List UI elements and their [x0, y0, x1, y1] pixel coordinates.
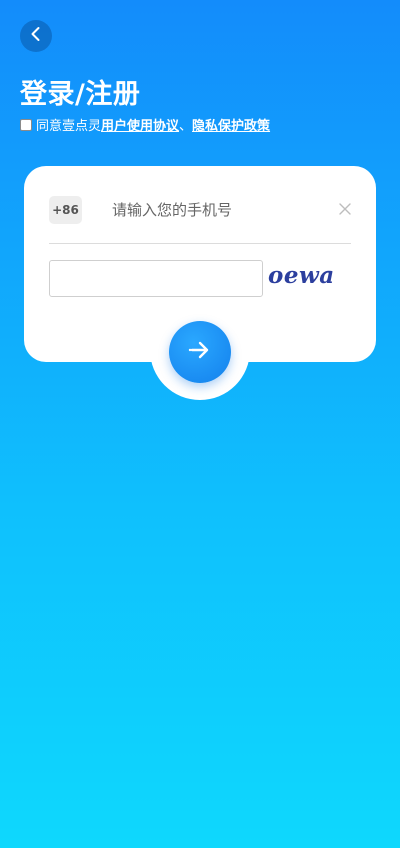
captcha-image[interactable]: oewa: [268, 260, 334, 290]
agreement-separator: 、: [179, 119, 193, 134]
agreement-row: 同意壹点灵 用户使用协议 、 隐私保护政策: [20, 115, 270, 134]
back-button[interactable]: [20, 20, 52, 52]
phone-input[interactable]: [106, 196, 326, 224]
arrow-right-icon: [188, 340, 212, 364]
country-code-selector[interactable]: +86: [49, 196, 82, 224]
agreement-checkbox[interactable]: [20, 118, 32, 131]
user-agreement-link[interactable]: 用户使用协议: [101, 115, 179, 134]
page-title: 登录/注册: [20, 79, 141, 110]
close-icon: [338, 201, 352, 220]
divider: [49, 243, 351, 244]
privacy-policy-link[interactable]: 隐私保护政策: [192, 115, 270, 134]
clear-phone-button[interactable]: [337, 202, 353, 218]
agreement-prefix: 同意壹点灵: [36, 119, 102, 134]
chevron-left-icon: [29, 26, 43, 46]
submit-button[interactable]: [169, 321, 231, 383]
captcha-input[interactable]: [49, 260, 263, 297]
